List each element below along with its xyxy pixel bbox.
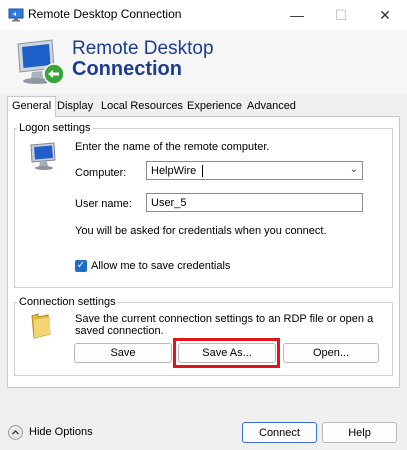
check-icon: ✓ [76, 260, 86, 271]
close-button[interactable]: ✕ [363, 0, 407, 30]
tab-advanced[interactable]: Advanced [243, 98, 300, 116]
computer-monitor-icon [28, 141, 60, 171]
username-value: User_5 [151, 197, 187, 209]
connect-button[interactable]: Connect [242, 422, 317, 443]
computer-value: HelpWire [151, 165, 197, 177]
open-button[interactable]: Open... [283, 343, 379, 363]
maximize-button[interactable]: ☐ [319, 0, 363, 30]
save-button[interactable]: Save [74, 343, 172, 363]
save-credentials-checkbox[interactable]: ✓ [75, 260, 87, 272]
text-caret [202, 165, 203, 177]
logon-instruction: Enter the name of the remote computer. [75, 141, 270, 153]
window-title: Remote Desktop Connection [28, 7, 182, 21]
chevron-up-icon[interactable] [8, 425, 23, 440]
tab-general[interactable]: General [7, 96, 57, 117]
highlight-box [173, 338, 280, 368]
save-credentials-label[interactable]: Allow me to save credentials [91, 260, 230, 272]
username-field[interactable]: User_5 [146, 193, 363, 212]
connection-description-line2: saved connection. [75, 325, 164, 337]
monitor-icon [14, 38, 66, 86]
computer-combobox[interactable]: HelpWire ⌄ [146, 161, 363, 180]
tab-experience[interactable]: Experience [183, 98, 246, 116]
remote-desktop-icon [8, 7, 24, 23]
banner-title-line2: Connection [72, 58, 182, 80]
credentials-note: You will be asked for credentials when y… [75, 225, 327, 237]
tab-local-resources[interactable]: Local Resources [97, 98, 187, 116]
help-button[interactable]: Help [322, 422, 397, 443]
logon-settings-label: Logon settings [17, 122, 93, 134]
chevron-down-icon[interactable]: ⌄ [350, 164, 358, 175]
folder-icon [30, 312, 52, 340]
computer-label: Computer: [75, 167, 127, 179]
tab-display[interactable]: Display [53, 98, 97, 116]
minimize-button[interactable]: — [275, 0, 319, 30]
username-label: User name: [75, 198, 132, 210]
hide-options-link[interactable]: Hide Options [29, 426, 93, 438]
banner-title-line1: Remote Desktop [72, 38, 214, 59]
connection-description-line1: Save the current connection settings to … [75, 313, 374, 325]
connection-settings-label: Connection settings [17, 296, 118, 308]
